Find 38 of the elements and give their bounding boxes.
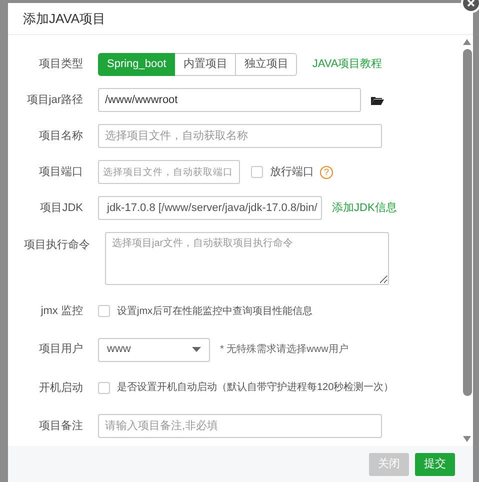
close-icon [467, 0, 475, 7]
field-label: 项目名称 [38, 128, 83, 144]
jdk-select[interactable]: jdk-17.0.8 [/www/server/java/jdk-17.0.8/bin/ [98, 196, 322, 220]
checkbox[interactable] [251, 166, 263, 178]
input-field[interactable]: 请输入项目备注,非必填 [98, 414, 382, 438]
scroll-thumb[interactable] [462, 49, 472, 396]
help-icon[interactable]: ? [320, 166, 333, 178]
field-label: 项目执行命令 [23, 238, 90, 253]
tutorial-link[interactable]: JAVA项目教程 [312, 56, 382, 73]
field-label: 项目类型 [38, 57, 83, 72]
input-field[interactable]: 选择项目文件，自动获取名称 [98, 124, 382, 148]
field-label: 项目端口 [38, 164, 83, 180]
field-label: 项目用户 [38, 342, 83, 358]
field-label: 项目jar路径 [26, 92, 83, 108]
type-tab[interactable]: 独立项目 [236, 53, 298, 76]
checkbox[interactable] [98, 382, 110, 394]
dialog-title: 添加JAVA项目 [23, 10, 106, 28]
field-label: jmx 监控 [40, 304, 83, 319]
scroll-down-icon[interactable] [463, 436, 471, 442]
submit-button[interactable]: 提交 [415, 452, 455, 476]
checkbox-label: 放行端口 [270, 164, 314, 180]
type-tab[interactable]: Spring_boot [98, 53, 176, 76]
folder-icon[interactable] [371, 96, 384, 104]
field-label: 项目JDK [39, 200, 83, 216]
hint-text: * 无特殊需求请选择www用户 [220, 342, 348, 357]
scroll-up-icon[interactable] [463, 39, 471, 45]
caret-icon [192, 347, 201, 352]
checkbox-label: 设置jmx后可在性能监控中查询项目性能信息 [117, 304, 313, 319]
user-select[interactable]: www [98, 338, 210, 362]
checkbox-label: 是否设置开机自动启动（默认自带守护进程每120秒检测一次） [117, 380, 394, 396]
type-tab[interactable]: 内置项目 [175, 53, 236, 76]
command-field[interactable]: 选择项目jar文件，自动获取项目执行命令 [105, 232, 389, 285]
path-field[interactable]: /www/wwwroot [98, 88, 361, 112]
field-label: 开机启动 [38, 380, 83, 396]
field-label: 项目备注 [38, 418, 83, 434]
add-jdk-link[interactable]: 添加JDK信息 [332, 200, 397, 216]
port-field[interactable]: 选择项目文件，自动获取端口 [98, 160, 240, 184]
checkbox[interactable] [98, 305, 110, 318]
